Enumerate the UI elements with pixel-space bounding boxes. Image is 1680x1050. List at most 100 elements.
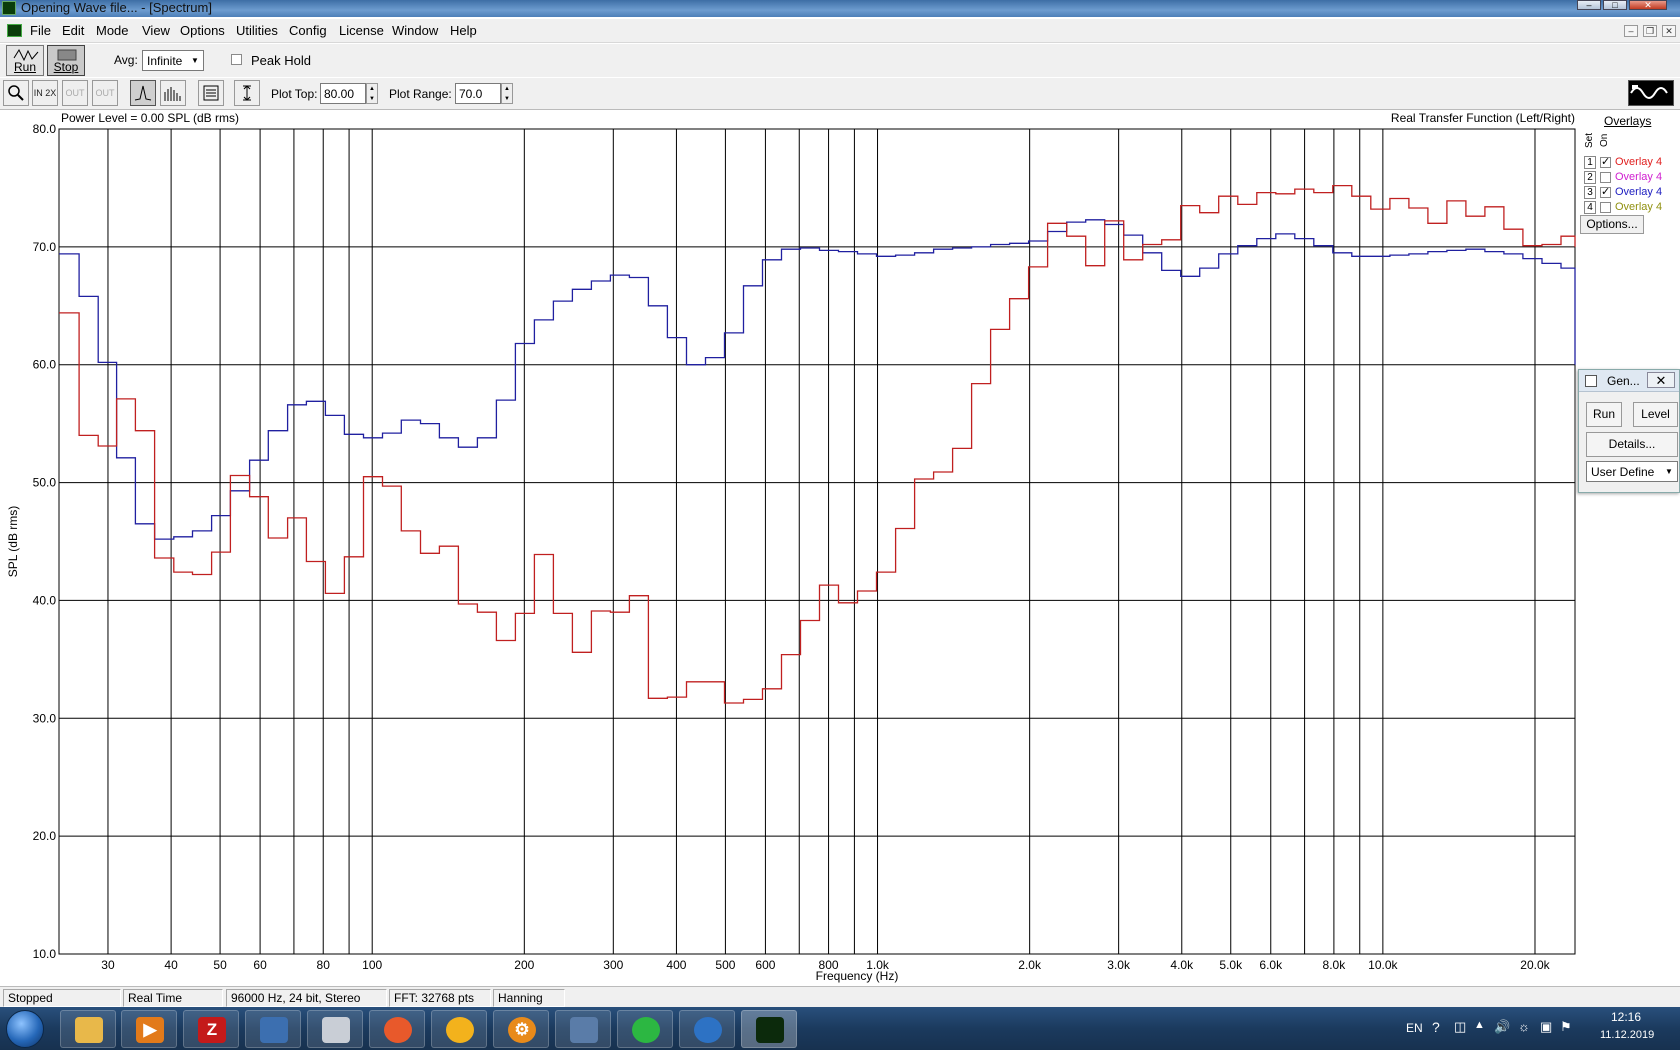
window-title: Opening Wave file... - [Spectrum] <box>21 0 212 15</box>
y-tick-label: 10.0 <box>33 947 57 961</box>
run-label: Run <box>13 60 36 74</box>
vertical-range-icon[interactable] <box>234 80 260 106</box>
spectrum-app-icon <box>756 1017 784 1043</box>
overlay-set-button[interactable]: 1 <box>1584 156 1596 169</box>
sync-icon[interactable]: ☼ <box>1518 1019 1530 1034</box>
overlay-on-checkbox[interactable] <box>1600 155 1611 168</box>
spinner-arrows-icon[interactable]: ▲ ▼ <box>501 83 513 104</box>
overlay-on-checkbox[interactable] <box>1600 172 1611 183</box>
close-icon[interactable]: ✕ <box>1647 372 1675 388</box>
overlay-set-button[interactable]: 3 <box>1584 186 1596 199</box>
overlay-on-checkbox[interactable] <box>1600 202 1611 213</box>
plot-top-input[interactable]: 80.00 <box>320 83 366 104</box>
spectralab-taskbar-button[interactable] <box>741 1010 797 1048</box>
taskbar: ▶ Z ⚙ EN ? ◫ ▲ 🔊 ☼ ▣ ⚑ 12:16 11.12.2019 <box>0 1007 1680 1050</box>
magnifier-icon[interactable] <box>3 80 29 106</box>
menu-edit[interactable]: Edit <box>62 23 84 38</box>
start-button[interactable] <box>6 1010 44 1048</box>
document-icon[interactable] <box>7 24 22 37</box>
x-tick-label: 5.0k <box>1219 958 1243 972</box>
plot-range-input[interactable]: 70.0 <box>455 83 501 104</box>
stop-button[interactable]: Stop <box>47 45 85 76</box>
run-button[interactable]: Run <box>6 45 44 76</box>
x-tick-label: 8.0k <box>1323 958 1347 972</box>
zoom-out-2x-button[interactable]: OUT 2X <box>62 80 88 122</box>
x-tick-label: 200 <box>514 958 534 972</box>
mail-taskbar-button[interactable] <box>679 1010 735 1048</box>
menu-file[interactable]: File <box>30 23 51 38</box>
volume-icon[interactable]: 🔊 <box>1494 1019 1510 1035</box>
status-format: 96000 Hz, 24 bit, Stereo <box>226 989 387 1007</box>
y-tick-label: 80.0 <box>33 122 57 136</box>
close-button[interactable]: ✕ <box>1629 0 1667 10</box>
mdi-restore-button[interactable]: ❐ <box>1643 25 1657 37</box>
avg-label: Avg: <box>114 53 138 67</box>
filezilla-icon: Z <box>198 1017 226 1043</box>
menu-options[interactable]: Options <box>180 23 225 38</box>
bar-plot-icon[interactable] <box>160 80 186 106</box>
spectrum-chart[interactable]: 10.0 20.0 30.0 40.0 50.0 60.0 70.0 80.0 30 40 50 60… <box>0 111 1576 986</box>
minimize-button[interactable]: – <box>1577 0 1601 10</box>
y-tick-label: 60.0 <box>33 358 57 372</box>
filezilla-taskbar-button[interactable]: Z <box>183 1010 239 1048</box>
overlay-on-checkbox[interactable] <box>1600 185 1611 198</box>
spinner-arrows-icon[interactable]: ▲ ▼ <box>366 83 378 104</box>
overlay-set-button[interactable]: 2 <box>1584 171 1596 184</box>
spectrum-plot[interactable]: Power Level = 0.00 SPL (dB rms) Real Tra… <box>0 111 1680 986</box>
line-plot-icon[interactable] <box>130 80 156 106</box>
keepass-taskbar-button[interactable] <box>431 1010 487 1048</box>
generator-icon <box>1585 375 1597 387</box>
virtualbox-taskbar-button[interactable] <box>555 1010 611 1048</box>
app-icon <box>2 1 16 15</box>
show-hidden-icons-icon[interactable]: ▲ <box>1474 1019 1485 1031</box>
settings-taskbar-button[interactable]: ⚙ <box>493 1010 549 1048</box>
clock-time[interactable]: 12:16 <box>1611 1010 1641 1024</box>
menu-view[interactable]: View <box>142 23 170 38</box>
language-indicator[interactable]: EN <box>1406 1021 1423 1035</box>
signal-generator-icon[interactable] <box>1628 80 1674 106</box>
zoom-out-full-button[interactable]: OUT FULL <box>92 80 118 122</box>
status-bar: Stopped Real Time 96000 Hz, 24 bit, Ster… <box>0 986 1680 1007</box>
firefox-taskbar-button[interactable] <box>369 1010 425 1048</box>
menu-window[interactable]: Window <box>392 23 438 38</box>
avg-select[interactable]: Infinite ▼ <box>142 50 204 71</box>
mdi-close-button[interactable]: ✕ <box>1662 25 1676 37</box>
clock-date[interactable]: 11.12.2019 <box>1600 1029 1654 1041</box>
generator-details-button[interactable]: Details... <box>1586 432 1678 457</box>
status-window: Hanning <box>493 989 565 1007</box>
chat-icon <box>632 1017 660 1043</box>
spectrogram-icon[interactable] <box>198 80 224 106</box>
overlay-options-button[interactable]: Options... <box>1580 215 1644 234</box>
generator-run-button[interactable]: Run <box>1586 402 1622 427</box>
help-icon[interactable]: ? <box>1432 1019 1440 1035</box>
menu-config[interactable]: Config <box>289 23 327 38</box>
maximize-button[interactable]: □ <box>1603 0 1627 10</box>
generator-mode-select[interactable]: User Define ▼ <box>1586 461 1678 482</box>
menu-utilities[interactable]: Utilities <box>236 23 278 38</box>
office-taskbar-button[interactable] <box>245 1010 301 1048</box>
overlays-panel: Overlays Set On 1 Overlay 4 2 Overlay 4 3 Ove… <box>1576 114 1680 244</box>
menu-help[interactable]: Help <box>450 23 477 38</box>
overlay-name: Overlay 4 <box>1615 156 1663 168</box>
zoom-in-2x-button[interactable]: IN 2X <box>32 80 58 106</box>
display-icon[interactable]: ▣ <box>1540 1019 1552 1035</box>
overlays-title: Overlays <box>1604 114 1652 128</box>
x-tick-label: 60 <box>253 958 267 972</box>
whatsapp-taskbar-button[interactable] <box>617 1010 673 1048</box>
flag-icon[interactable]: ⚑ <box>1560 1019 1572 1035</box>
menu-mode[interactable]: Mode <box>96 23 129 38</box>
generator-titlebar[interactable]: Gen... ✕ <box>1579 370 1679 392</box>
y-tick-label: 40.0 <box>33 593 57 607</box>
x-tick-label: 4.0k <box>1170 958 1194 972</box>
mdi-minimize-button[interactable]: – <box>1624 25 1638 37</box>
overlay-set-button[interactable]: 4 <box>1584 201 1596 214</box>
plot-top-label: Plot Top: <box>271 87 318 101</box>
calculator-taskbar-button[interactable] <box>307 1010 363 1048</box>
x-tick-label: 20.0k <box>1520 958 1550 972</box>
explorer-taskbar-button[interactable] <box>60 1010 116 1048</box>
media-player-taskbar-button[interactable]: ▶ <box>121 1010 177 1048</box>
menu-license[interactable]: License <box>339 23 384 38</box>
network-icon[interactable]: ◫ <box>1454 1019 1466 1035</box>
generator-level-button[interactable]: Level <box>1633 402 1678 427</box>
peak-hold-checkbox[interactable] <box>231 54 242 65</box>
